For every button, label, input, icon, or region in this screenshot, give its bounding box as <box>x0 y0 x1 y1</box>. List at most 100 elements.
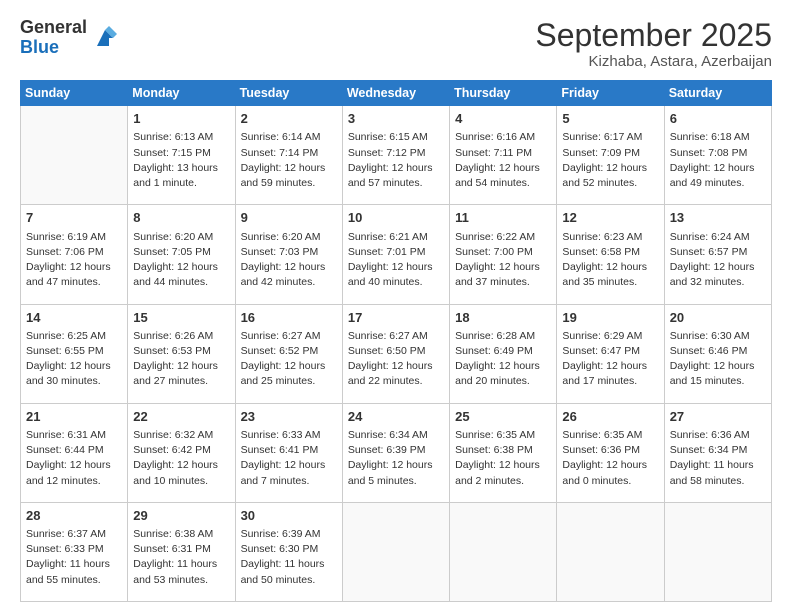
day-cell: 21 Sunrise: 6:31 AM Sunset: 6:44 PM Dayli… <box>21 403 128 502</box>
day-cell: 9 Sunrise: 6:20 AM Sunset: 7:03 PM Daylig… <box>235 205 342 304</box>
day-cell: 25 Sunrise: 6:35 AM Sunset: 6:38 PM Dayli… <box>450 403 557 502</box>
day-number: 26 <box>562 408 658 426</box>
day-info: Sunrise: 6:17 AM Sunset: 7:09 PM Dayligh… <box>562 130 658 191</box>
day-cell: 29 Sunrise: 6:38 AM Sunset: 6:31 PM Dayli… <box>128 502 235 601</box>
weekday-thursday: Thursday <box>450 81 557 106</box>
logo-blue: Blue <box>20 38 87 58</box>
location: Kizhaba, Astara, Azerbaijan <box>535 53 772 70</box>
day-info: Sunrise: 6:20 AM Sunset: 7:05 PM Dayligh… <box>133 230 229 291</box>
day-info: Sunrise: 6:20 AM Sunset: 7:03 PM Dayligh… <box>241 230 337 291</box>
title-block: September 2025 Kizhaba, Astara, Azerbaij… <box>535 18 772 70</box>
logo: General Blue <box>20 18 119 58</box>
weekday-wednesday: Wednesday <box>342 81 449 106</box>
day-cell: 1 Sunrise: 6:13 AM Sunset: 7:15 PM Daylig… <box>128 106 235 205</box>
day-info: Sunrise: 6:13 AM Sunset: 7:15 PM Dayligh… <box>133 130 229 191</box>
day-info: Sunrise: 6:18 AM Sunset: 7:08 PM Dayligh… <box>670 130 766 191</box>
weekday-friday: Friday <box>557 81 664 106</box>
day-cell: 10 Sunrise: 6:21 AM Sunset: 7:01 PM Dayli… <box>342 205 449 304</box>
day-number: 18 <box>455 309 551 327</box>
day-number: 10 <box>348 209 444 227</box>
day-number: 13 <box>670 209 766 227</box>
day-number: 24 <box>348 408 444 426</box>
day-cell: 24Sunrise: 6:34 AM Sunset: 6:39 PM Dayli… <box>342 403 449 502</box>
day-number: 7 <box>26 209 122 227</box>
day-info: Sunrise: 6:15 AM Sunset: 7:12 PM Dayligh… <box>348 130 444 191</box>
day-info: Sunrise: 6:32 AM Sunset: 6:42 PM Dayligh… <box>133 428 229 489</box>
day-info: Sunrise: 6:19 AM Sunset: 7:06 PM Dayligh… <box>26 230 122 291</box>
day-cell: 18Sunrise: 6:28 AM Sunset: 6:49 PM Dayli… <box>450 304 557 403</box>
day-number: 6 <box>670 110 766 128</box>
day-info: Sunrise: 6:29 AM Sunset: 6:47 PM Dayligh… <box>562 329 658 390</box>
weekday-saturday: Saturday <box>664 81 771 106</box>
day-info: Sunrise: 6:24 AM Sunset: 6:57 PM Dayligh… <box>670 230 766 291</box>
day-number: 3 <box>348 110 444 128</box>
day-cell: 2 Sunrise: 6:14 AM Sunset: 7:14 PM Daylig… <box>235 106 342 205</box>
day-number: 17 <box>348 309 444 327</box>
page: General Blue September 2025 Kizhaba, Ast… <box>0 0 792 612</box>
day-number: 2 <box>241 110 337 128</box>
day-cell: 20 Sunrise: 6:30 AM Sunset: 6:46 PM Dayli… <box>664 304 771 403</box>
day-info: Sunrise: 6:27 AM Sunset: 6:50 PM Dayligh… <box>348 329 444 390</box>
week-row-4: 28 Sunrise: 6:37 AM Sunset: 6:33 PM Dayli… <box>21 502 772 601</box>
day-cell: 30 Sunrise: 6:39 AM Sunset: 6:30 PM Dayli… <box>235 502 342 601</box>
day-cell: 22 Sunrise: 6:32 AM Sunset: 6:42 PM Dayli… <box>128 403 235 502</box>
day-cell: 6 Sunrise: 6:18 AM Sunset: 7:08 PM Daylig… <box>664 106 771 205</box>
day-info: Sunrise: 6:23 AM Sunset: 6:58 PM Dayligh… <box>562 230 658 291</box>
day-info: Sunrise: 6:37 AM Sunset: 6:33 PM Dayligh… <box>26 527 122 588</box>
day-info: Sunrise: 6:35 AM Sunset: 6:36 PM Dayligh… <box>562 428 658 489</box>
day-cell: 28 Sunrise: 6:37 AM Sunset: 6:33 PM Dayli… <box>21 502 128 601</box>
day-number: 23 <box>241 408 337 426</box>
week-row-3: 21 Sunrise: 6:31 AM Sunset: 6:44 PM Dayli… <box>21 403 772 502</box>
day-number: 25 <box>455 408 551 426</box>
day-info: Sunrise: 6:31 AM Sunset: 6:44 PM Dayligh… <box>26 428 122 489</box>
weekday-header-row: SundayMondayTuesdayWednesdayThursdayFrid… <box>21 81 772 106</box>
day-cell <box>21 106 128 205</box>
day-number: 4 <box>455 110 551 128</box>
day-info: Sunrise: 6:30 AM Sunset: 6:46 PM Dayligh… <box>670 329 766 390</box>
day-number: 29 <box>133 507 229 525</box>
day-info: Sunrise: 6:38 AM Sunset: 6:31 PM Dayligh… <box>133 527 229 588</box>
day-info: Sunrise: 6:39 AM Sunset: 6:30 PM Dayligh… <box>241 527 337 588</box>
day-number: 12 <box>562 209 658 227</box>
day-cell: 11 Sunrise: 6:22 AM Sunset: 7:00 PM Dayli… <box>450 205 557 304</box>
day-number: 19 <box>562 309 658 327</box>
weekday-tuesday: Tuesday <box>235 81 342 106</box>
day-number: 9 <box>241 209 337 227</box>
day-info: Sunrise: 6:36 AM Sunset: 6:34 PM Dayligh… <box>670 428 766 489</box>
day-cell: 8 Sunrise: 6:20 AM Sunset: 7:05 PM Daylig… <box>128 205 235 304</box>
day-info: Sunrise: 6:21 AM Sunset: 7:01 PM Dayligh… <box>348 230 444 291</box>
day-cell <box>557 502 664 601</box>
week-row-2: 14Sunrise: 6:25 AM Sunset: 6:55 PM Dayli… <box>21 304 772 403</box>
weekday-monday: Monday <box>128 81 235 106</box>
day-cell: 15Sunrise: 6:26 AM Sunset: 6:53 PM Dayli… <box>128 304 235 403</box>
day-number: 11 <box>455 209 551 227</box>
day-cell: 19 Sunrise: 6:29 AM Sunset: 6:47 PM Dayli… <box>557 304 664 403</box>
weekday-sunday: Sunday <box>21 81 128 106</box>
week-row-0: 1 Sunrise: 6:13 AM Sunset: 7:15 PM Daylig… <box>21 106 772 205</box>
day-number: 28 <box>26 507 122 525</box>
logo-general: General <box>20 18 87 38</box>
week-row-1: 7 Sunrise: 6:19 AM Sunset: 7:06 PM Daylig… <box>21 205 772 304</box>
day-number: 22 <box>133 408 229 426</box>
day-cell: 12 Sunrise: 6:23 AM Sunset: 6:58 PM Dayli… <box>557 205 664 304</box>
day-info: Sunrise: 6:35 AM Sunset: 6:38 PM Dayligh… <box>455 428 551 489</box>
month-title: September 2025 <box>535 18 772 53</box>
day-info: Sunrise: 6:22 AM Sunset: 7:00 PM Dayligh… <box>455 230 551 291</box>
day-info: Sunrise: 6:16 AM Sunset: 7:11 PM Dayligh… <box>455 130 551 191</box>
day-number: 30 <box>241 507 337 525</box>
day-cell: 13 Sunrise: 6:24 AM Sunset: 6:57 PM Dayli… <box>664 205 771 304</box>
day-info: Sunrise: 6:25 AM Sunset: 6:55 PM Dayligh… <box>26 329 122 390</box>
day-number: 1 <box>133 110 229 128</box>
day-cell <box>450 502 557 601</box>
day-number: 8 <box>133 209 229 227</box>
day-number: 5 <box>562 110 658 128</box>
day-number: 27 <box>670 408 766 426</box>
day-cell: 26 Sunrise: 6:35 AM Sunset: 6:36 PM Dayli… <box>557 403 664 502</box>
day-number: 21 <box>26 408 122 426</box>
day-number: 16 <box>241 309 337 327</box>
day-number: 20 <box>670 309 766 327</box>
day-info: Sunrise: 6:27 AM Sunset: 6:52 PM Dayligh… <box>241 329 337 390</box>
day-info: Sunrise: 6:14 AM Sunset: 7:14 PM Dayligh… <box>241 130 337 191</box>
day-cell: 27 Sunrise: 6:36 AM Sunset: 6:34 PM Dayli… <box>664 403 771 502</box>
day-number: 15 <box>133 309 229 327</box>
